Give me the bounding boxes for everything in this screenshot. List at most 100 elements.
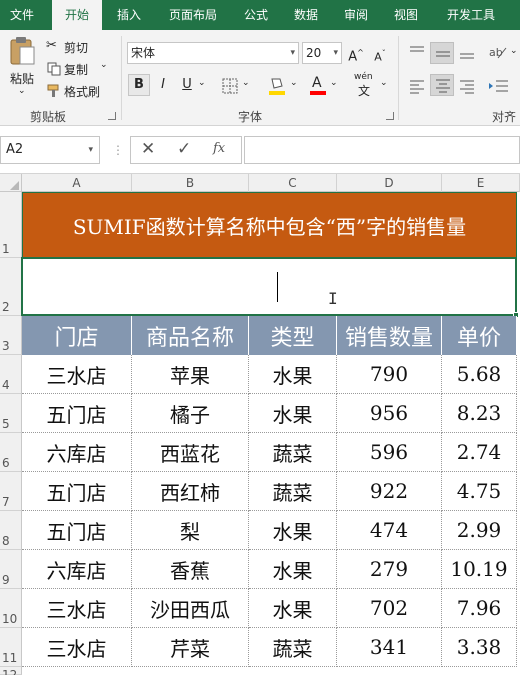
table-cell[interactable]: 蔬菜	[249, 472, 337, 511]
header-cell-quantity[interactable]: 销售数量	[337, 316, 442, 355]
italic-button[interactable]: I	[152, 74, 174, 96]
table-cell[interactable]: 五门店	[22, 472, 132, 511]
table-cell[interactable]: 8.23	[442, 394, 517, 433]
enter-check-icon[interactable]: ✓	[177, 139, 191, 159]
table-cell[interactable]: 474	[337, 511, 442, 550]
font-name-select[interactable]: 宋体 ▾	[127, 42, 299, 64]
fill-color-icon[interactable]	[268, 76, 286, 96]
row-header-8[interactable]: 8	[0, 511, 22, 550]
align-center-button[interactable]	[430, 74, 454, 96]
orientation-dropdown-icon[interactable]: ⌄	[510, 46, 518, 56]
table-cell[interactable]: 7.96	[442, 589, 517, 628]
underline-button[interactable]: U	[176, 74, 198, 96]
row-header-11[interactable]: 11	[0, 628, 22, 667]
row-header-4[interactable]: 4	[0, 355, 22, 394]
font-color-button[interactable]: A	[308, 74, 328, 96]
row-header-7[interactable]: 7	[0, 472, 22, 511]
phonetic-button[interactable]: wén 文	[354, 72, 378, 98]
table-cell[interactable]: 水果	[249, 550, 337, 589]
table-cell[interactable]: 梨	[132, 511, 249, 550]
font-size-select[interactable]: 20 ▾	[302, 42, 342, 64]
tab-developer[interactable]: 开发工具	[436, 0, 506, 30]
row-header-2[interactable]: 2	[0, 258, 22, 316]
table-cell[interactable]: 蔬菜	[249, 433, 337, 472]
border-dropdown-icon[interactable]: ⌄	[242, 78, 250, 88]
table-cell[interactable]: 596	[337, 433, 442, 472]
table-cell[interactable]: 4.75	[442, 472, 517, 511]
table-cell[interactable]: 10.19	[442, 550, 517, 589]
tab-formulas[interactable]: 公式	[236, 0, 276, 30]
row-header-3[interactable]: 3	[0, 316, 22, 355]
table-cell[interactable]: 790	[337, 355, 442, 394]
align-right-icon[interactable]	[458, 78, 476, 94]
header-cell-store[interactable]: 门店	[22, 316, 132, 355]
row-header-5[interactable]: 5	[0, 394, 22, 433]
tab-page-layout[interactable]: 页面布局	[160, 0, 226, 30]
row-header-6[interactable]: 6	[0, 433, 22, 472]
clipboard-launcher-icon[interactable]	[108, 112, 116, 120]
table-cell[interactable]: 三水店	[22, 355, 132, 394]
table-cell[interactable]: 五门店	[22, 511, 132, 550]
table-cell[interactable]: 橘子	[132, 394, 249, 433]
table-cell[interactable]: 水果	[249, 511, 337, 550]
select-all-button[interactable]	[0, 174, 22, 192]
fill-color-dropdown-icon[interactable]: ⌄	[290, 78, 298, 88]
column-header-e[interactable]: E	[442, 174, 520, 192]
table-cell[interactable]: 279	[337, 550, 442, 589]
row-header-10[interactable]: 10	[0, 589, 22, 628]
copy-button[interactable]: 复制 ⌄	[46, 60, 112, 78]
drag-handle-icon[interactable]: ⋮	[112, 143, 124, 157]
column-header-d[interactable]: D	[337, 174, 442, 192]
table-cell[interactable]: 341	[337, 628, 442, 667]
decrease-font-button[interactable]: Aˇ	[369, 43, 391, 65]
orientation-icon[interactable]: ab	[488, 42, 508, 62]
format-painter-button[interactable]: 格式刷	[46, 82, 106, 100]
copy-dropdown-icon[interactable]: ⌄	[100, 60, 108, 70]
column-header-c[interactable]: C	[249, 174, 337, 192]
insert-function-icon[interactable]: fx	[213, 141, 225, 156]
tab-insert[interactable]: 插入	[108, 0, 150, 30]
formula-input[interactable]	[244, 136, 520, 164]
title-cell[interactable]: SUMIF函数计算名称中包含“西”字的销售量	[22, 192, 517, 258]
column-header-a[interactable]: A	[22, 174, 132, 192]
align-bottom-icon[interactable]	[458, 44, 476, 60]
column-header-b[interactable]: B	[132, 174, 249, 192]
row-header-12[interactable]: 12	[0, 667, 22, 675]
tab-review[interactable]: 审阅	[336, 0, 376, 30]
paste-dropdown-icon[interactable]: ⌄	[18, 86, 26, 96]
increase-font-button[interactable]: A^	[345, 42, 367, 64]
table-cell[interactable]: 西红柿	[132, 472, 249, 511]
underline-dropdown-icon[interactable]: ⌄	[198, 78, 206, 88]
font-launcher-icon[interactable]	[386, 112, 394, 120]
table-cell[interactable]: 五门店	[22, 394, 132, 433]
table-cell[interactable]: 956	[337, 394, 442, 433]
paste-button[interactable]: 粘贴 ⌄	[4, 34, 40, 100]
table-cell[interactable]: 沙田西瓜	[132, 589, 249, 628]
border-icon[interactable]	[222, 78, 238, 94]
indent-icon[interactable]	[488, 78, 508, 94]
table-cell[interactable]: 六库店	[22, 433, 132, 472]
font-color-dropdown-icon[interactable]: ⌄	[330, 78, 338, 88]
active-cell-a2[interactable]: I	[21, 257, 519, 318]
table-cell[interactable]: 3.38	[442, 628, 517, 667]
table-cell[interactable]: 2.74	[442, 433, 517, 472]
table-cell[interactable]: 水果	[249, 355, 337, 394]
row-header-1[interactable]: 1	[0, 192, 22, 258]
table-cell[interactable]: 芹菜	[132, 628, 249, 667]
align-top-icon[interactable]	[408, 44, 426, 60]
header-cell-price[interactable]: 单价	[442, 316, 517, 355]
name-box[interactable]: A2 ▾	[0, 136, 100, 164]
bold-button[interactable]: B	[128, 74, 150, 96]
table-cell[interactable]: 苹果	[132, 355, 249, 394]
table-cell[interactable]: 三水店	[22, 589, 132, 628]
table-cell[interactable]: 六库店	[22, 550, 132, 589]
tab-file[interactable]: 文件	[0, 0, 44, 30]
header-cell-type[interactable]: 类型	[249, 316, 337, 355]
table-cell[interactable]: 香蕉	[132, 550, 249, 589]
cut-button[interactable]: ✂ 剪切	[46, 38, 106, 56]
align-left-icon[interactable]	[408, 78, 426, 94]
table-cell[interactable]: 水果	[249, 394, 337, 433]
table-cell[interactable]: 蔬菜	[249, 628, 337, 667]
table-cell[interactable]: 922	[337, 472, 442, 511]
row-header-9[interactable]: 9	[0, 550, 22, 589]
